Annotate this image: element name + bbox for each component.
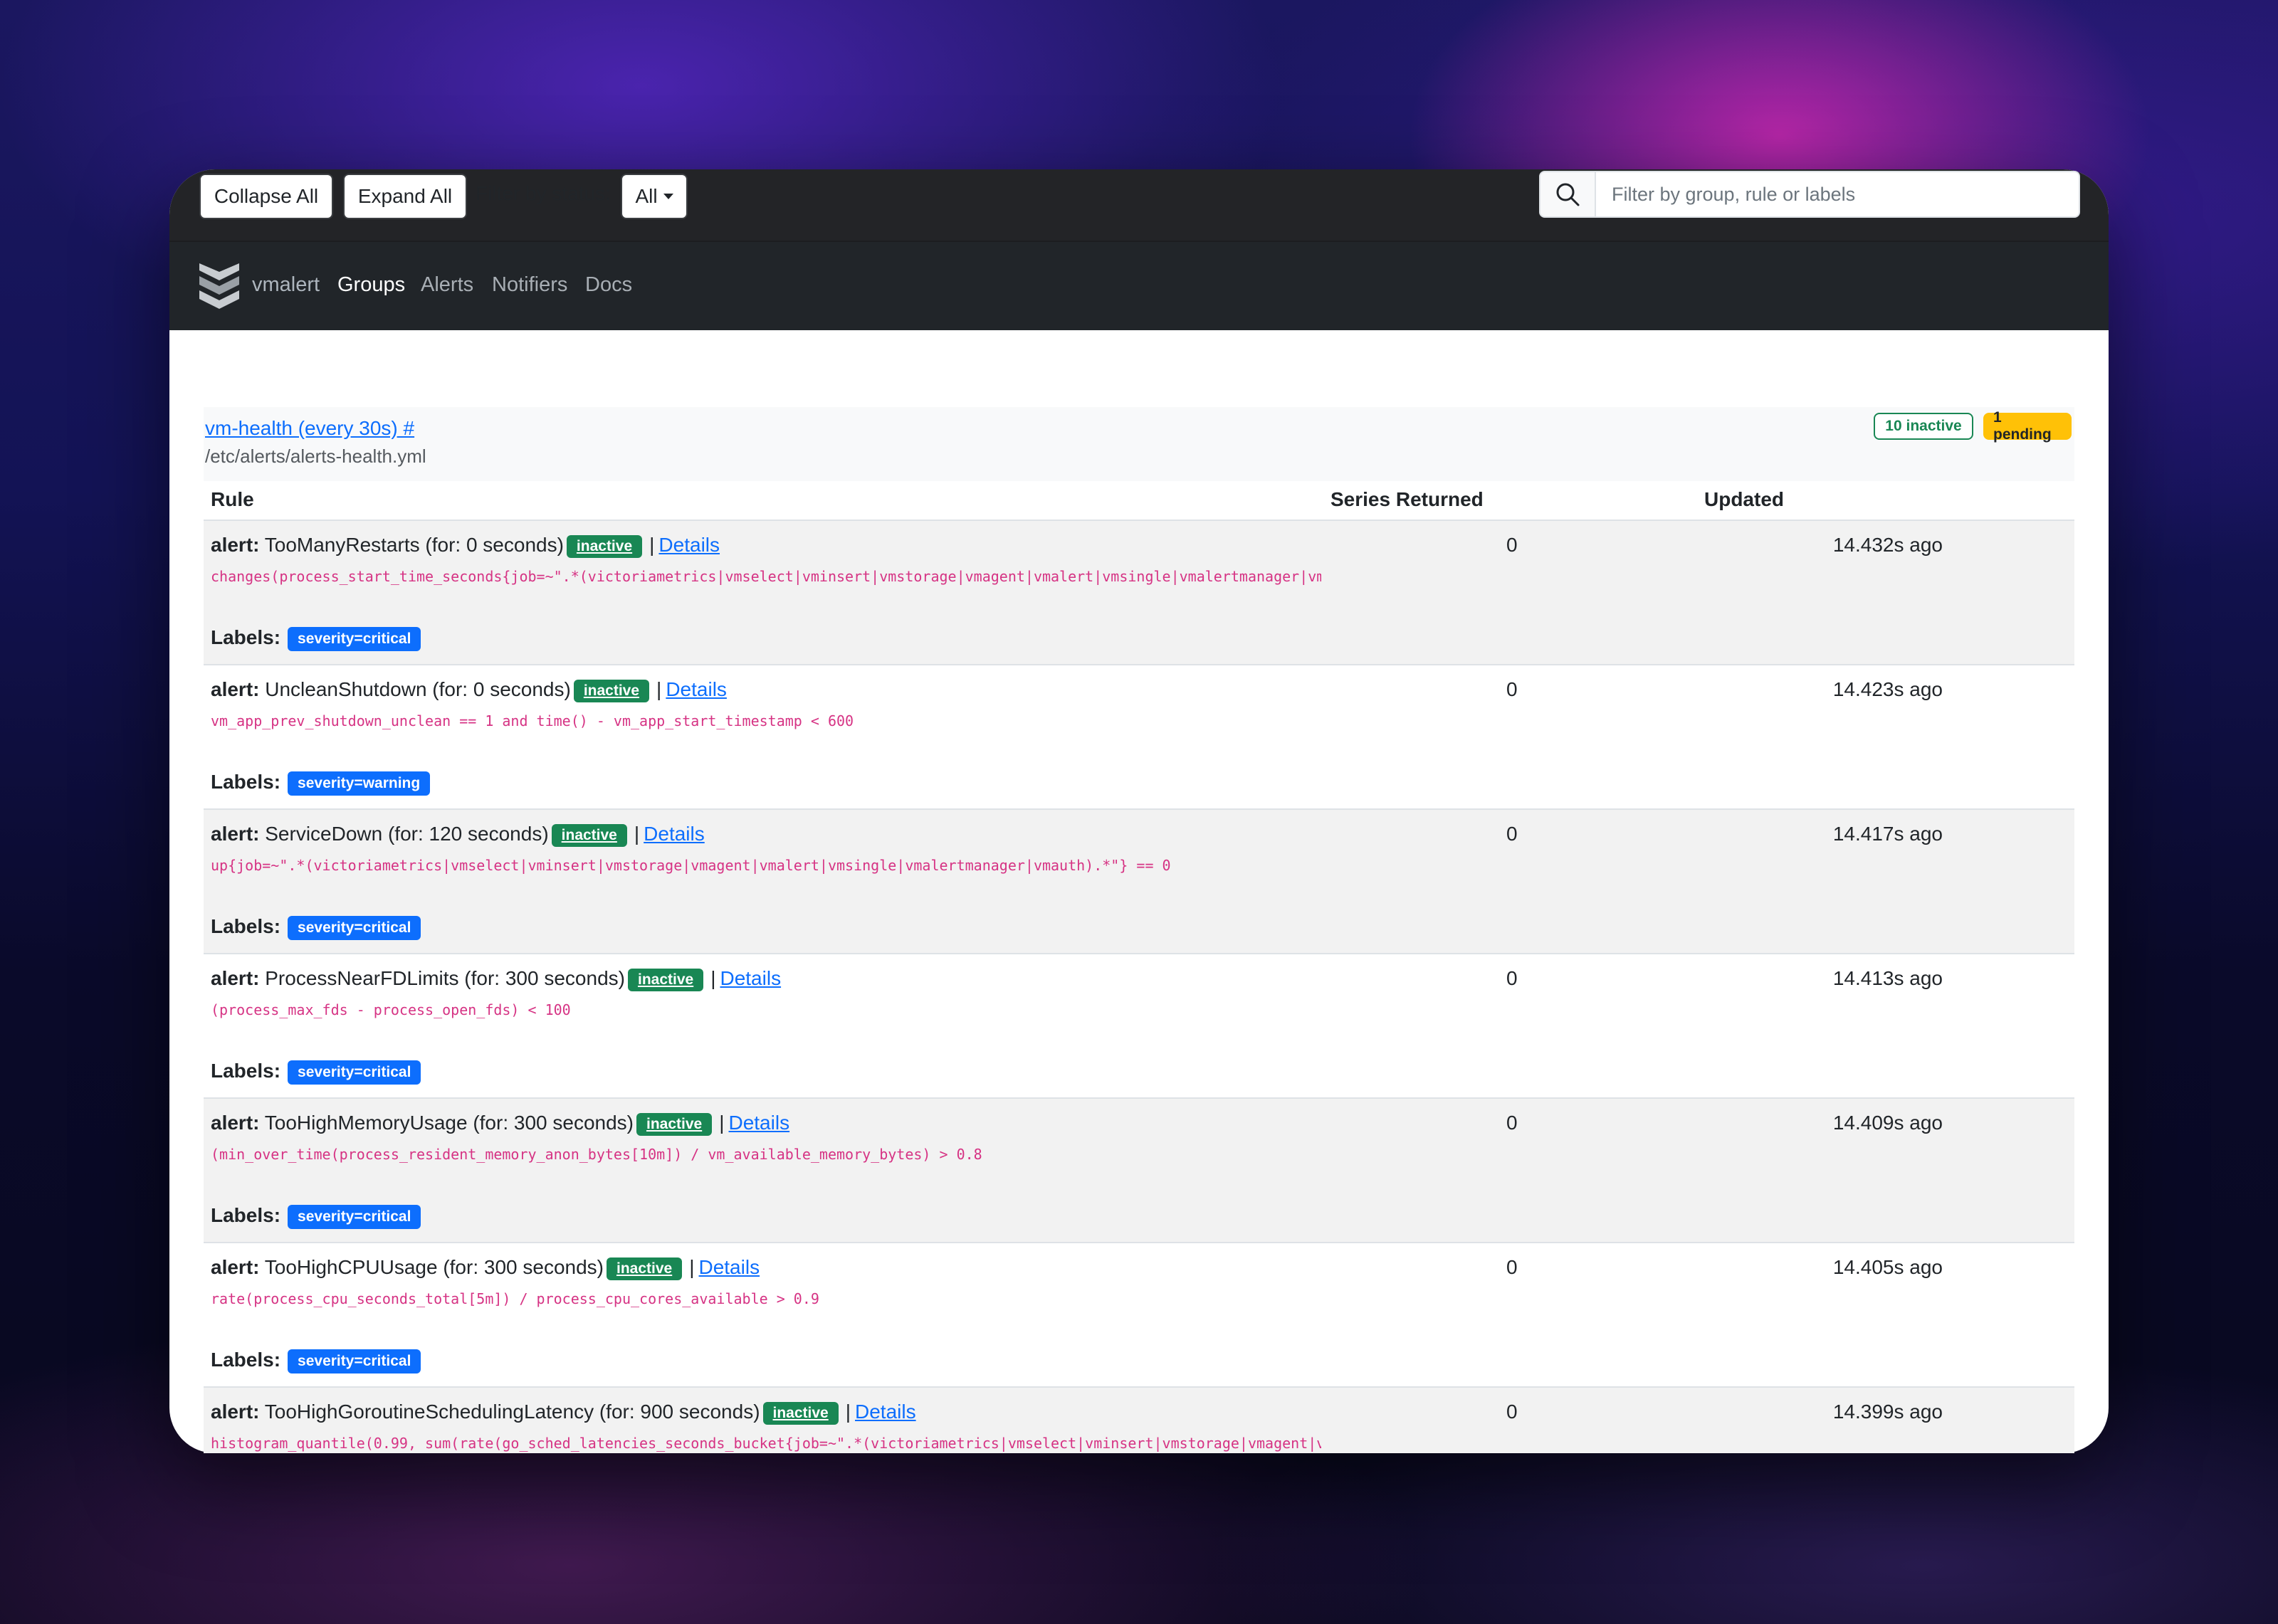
label-badge: severity=critical — [288, 1204, 421, 1229]
series-returned: 0 — [1506, 534, 1518, 556]
rule-details-link[interactable]: Details — [728, 1112, 789, 1134]
label-badge: severity=critical — [288, 1349, 421, 1373]
rules-table-clip: alert: TooManyRestarts (for: 0 seconds) i… — [0, 0, 2278, 1453]
rule-labels: Labels: severity=warning — [211, 771, 431, 796]
label-badge: severity=critical — [288, 626, 421, 651]
rule-details-link[interactable]: Details — [658, 534, 720, 556]
rule-details-link[interactable]: Details — [666, 678, 727, 700]
labels-prefix: Labels: — [211, 915, 281, 937]
table-row: alert: TooManyRestarts (for: 0 seconds) i… — [204, 521, 2074, 665]
rule-expression: rate(process_cpu_seconds_total[5m]) / pr… — [211, 1290, 819, 1307]
rule-state-badge[interactable]: inactive — [627, 968, 704, 991]
table-row: alert: TooHighGoroutineSchedulingLatency… — [204, 1388, 2074, 1453]
table-row: alert: UncleanShutdown (for: 0 seconds) i… — [204, 665, 2074, 810]
updated-time: 14.423s ago — [1832, 678, 1943, 700]
alert-prefix: alert: — [211, 967, 260, 989]
rule-labels: Labels: severity=critical — [211, 626, 421, 651]
label-badge: severity=critical — [288, 1060, 421, 1085]
rule-state-badge[interactable]: inactive — [566, 534, 643, 558]
series-returned: 0 — [1506, 678, 1518, 700]
alert-prefix: alert: — [211, 678, 260, 700]
rule-details-link[interactable]: Details — [855, 1401, 916, 1423]
rule-details-link[interactable]: Details — [644, 823, 705, 845]
separator: | — [689, 1256, 695, 1278]
alert-prefix: alert: — [211, 1401, 260, 1423]
series-returned: 0 — [1506, 1401, 1518, 1423]
rule-expression: (min_over_time(process_resident_memory_a… — [211, 1146, 982, 1163]
rule-expression: changes(process_start_time_seconds{job=~… — [211, 568, 1321, 585]
rule-name: alert: TooHighMemoryUsage (for: 300 seco… — [211, 1112, 789, 1136]
rule-state-badge[interactable]: inactive — [573, 679, 650, 702]
table-row: alert: ProcessNearFDLimits (for: 300 sec… — [204, 954, 2074, 1099]
rule-expression: vm_app_prev_shutdown_unclean == 1 and ti… — [211, 712, 854, 729]
rule-details-link[interactable]: Details — [698, 1256, 760, 1278]
table-row: alert: TooHighCPUUsage (for: 300 seconds… — [204, 1243, 2074, 1388]
rule-state-badge[interactable]: inactive — [606, 1257, 683, 1280]
labels-prefix: Labels: — [211, 1060, 281, 1082]
labels-prefix: Labels: — [211, 1204, 281, 1226]
rule-state-badge[interactable]: inactive — [551, 823, 627, 847]
rule-title: TooHighCPUUsage (for: 300 seconds) — [264, 1256, 604, 1278]
rule-name: alert: UncleanShutdown (for: 0 seconds) i… — [211, 678, 727, 702]
separator: | — [719, 1112, 725, 1134]
rule-name: alert: ProcessNearFDLimits (for: 300 sec… — [211, 967, 781, 991]
alert-prefix: alert: — [211, 534, 260, 556]
separator: | — [845, 1401, 851, 1423]
updated-time: 14.405s ago — [1832, 1256, 1943, 1278]
updated-time: 14.417s ago — [1832, 823, 1943, 845]
rule-name: alert: TooManyRestarts (for: 0 seconds) i… — [211, 534, 720, 558]
rule-state-badge[interactable]: inactive — [636, 1112, 713, 1136]
rule-expression: (process_max_fds - process_open_fds) < 1… — [211, 1001, 571, 1018]
rule-labels: Labels: severity=critical — [211, 1204, 421, 1229]
alert-prefix: alert: — [211, 823, 260, 845]
rule-expression: up{job=~".*(victoriametrics|vmselect|vmi… — [211, 857, 1171, 874]
rule-name: alert: ServiceDown (for: 120 seconds) ina… — [211, 823, 705, 847]
labels-prefix: Labels: — [211, 1349, 281, 1371]
separator: | — [710, 967, 716, 989]
series-returned: 0 — [1506, 823, 1518, 845]
rule-name: alert: TooHighGoroutineSchedulingLatency… — [211, 1401, 916, 1425]
series-returned: 0 — [1506, 1256, 1518, 1278]
rule-labels: Labels: severity=critical — [211, 1349, 421, 1373]
rule-details-link[interactable]: Details — [720, 967, 781, 989]
rule-title: UncleanShutdown (for: 0 seconds) — [265, 678, 571, 700]
series-returned: 0 — [1506, 967, 1518, 989]
rule-title: ServiceDown (for: 120 seconds) — [265, 823, 549, 845]
updated-time: 14.409s ago — [1832, 1112, 1943, 1134]
rule-title: TooManyRestarts (for: 0 seconds) — [264, 534, 564, 556]
label-badge: severity=critical — [288, 915, 421, 940]
separator: | — [649, 534, 655, 556]
rule-title: TooHighGoroutineSchedulingLatency (for: … — [264, 1401, 760, 1423]
label-badge: severity=warning — [288, 771, 431, 796]
separator: | — [634, 823, 640, 845]
labels-prefix: Labels: — [211, 771, 281, 793]
rule-labels: Labels: severity=critical — [211, 1060, 421, 1085]
rule-title: ProcessNearFDLimits (for: 300 seconds) — [265, 967, 625, 989]
rule-title: TooHighMemoryUsage (for: 300 seconds) — [264, 1112, 634, 1134]
series-returned: 0 — [1506, 1112, 1518, 1134]
alert-prefix: alert: — [211, 1112, 260, 1134]
alert-prefix: alert: — [211, 1256, 260, 1278]
rule-state-badge[interactable]: inactive — [762, 1401, 839, 1425]
table-row: alert: TooHighMemoryUsage (for: 300 seco… — [204, 1099, 2074, 1243]
rule-labels: Labels: severity=critical — [211, 915, 421, 940]
separator: | — [656, 678, 662, 700]
rule-expression: histogram_quantile(0.99, sum(rate(go_sch… — [211, 1435, 1321, 1452]
labels-prefix: Labels: — [211, 626, 281, 648]
updated-time: 14.399s ago — [1832, 1401, 1943, 1423]
updated-time: 14.432s ago — [1832, 534, 1943, 556]
rule-name: alert: TooHighCPUUsage (for: 300 seconds… — [211, 1256, 760, 1280]
updated-time: 14.413s ago — [1832, 967, 1943, 989]
table-row: alert: ServiceDown (for: 120 seconds) ina… — [204, 810, 2074, 954]
